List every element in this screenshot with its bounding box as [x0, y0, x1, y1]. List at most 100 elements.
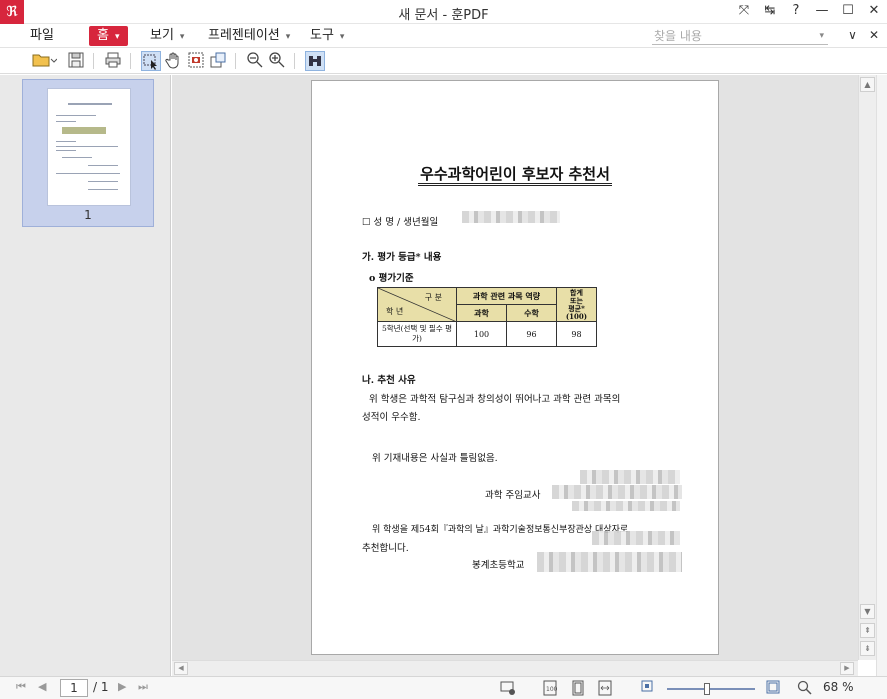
page-thumbnail[interactable]: 1: [22, 79, 154, 227]
scroll-right-icon[interactable]: ▶: [840, 662, 854, 675]
table-header-diagonal: 구 분 학 년: [377, 287, 457, 322]
menu-view-label: 보기: [150, 28, 174, 43]
section-reason-heading: 나. 추천 사유: [362, 375, 416, 386]
fullscreen-icon[interactable]: ⤧: [737, 3, 751, 18]
header-grade: 학 년: [386, 307, 404, 316]
confirmation-text: 위 기재내용은 사실과 틀림없음.: [372, 453, 498, 464]
svg-text:100: 100: [546, 686, 557, 693]
fit-page-icon[interactable]: [572, 680, 584, 699]
scroll-left-icon[interactable]: ◀: [174, 662, 188, 675]
maximize-button[interactable]: ☐: [841, 3, 855, 18]
hand-icon[interactable]: [164, 51, 184, 71]
zoom-max-icon[interactable]: [766, 680, 780, 697]
first-page-icon[interactable]: ⏮: [16, 680, 26, 694]
header-category: 구 분: [424, 293, 442, 302]
redacted-stamp: [572, 501, 680, 511]
toolbar-divider: [130, 53, 131, 69]
print-icon[interactable]: [103, 51, 123, 71]
reason-text-2: 성적이 우수함.: [362, 412, 421, 423]
help-icon[interactable]: ?: [789, 3, 803, 18]
chevron-down-icon: ▾: [179, 32, 185, 42]
name-birthdate-label: ☐ 성 명 / 생년월일: [362, 217, 439, 228]
criteria-heading: o 평가기준: [369, 273, 414, 284]
fit-width-status-icon[interactable]: [598, 680, 612, 699]
menu-view[interactable]: 보기 ▾: [150, 26, 184, 46]
select-icon[interactable]: [141, 51, 161, 71]
side-strip: [876, 75, 887, 676]
title-bar: ℜ 새 문서 - 훈PDF ⤧ ↹ ? — ☐ ✕: [0, 0, 887, 24]
zoom-level: 68 %: [823, 680, 854, 694]
fit-width-icon[interactable]: ↹: [763, 3, 777, 18]
thumbnail-preview: [47, 88, 131, 206]
redacted-signature: [580, 470, 680, 484]
save-icon[interactable]: [66, 51, 86, 71]
zoom-magnifier-icon[interactable]: [797, 680, 813, 699]
redacted-principal: [537, 552, 682, 572]
close-document-icon[interactable]: ✕: [869, 28, 879, 42]
thumbnail-page-number: 1: [84, 208, 92, 222]
actual-size-icon[interactable]: 100: [543, 680, 558, 699]
menu-tools-label: 도구: [310, 28, 334, 43]
redacted-teacher-name: [552, 485, 682, 499]
zoom-out-icon[interactable]: [245, 51, 265, 71]
document-viewport[interactable]: 우수과학어린이 후보자 추천서 ☐ 성 명 / 생년월일 가. 평가 등급* 내…: [172, 75, 858, 660]
vertical-scrollbar[interactable]: ▲ ▼ ⇞ ⇟: [858, 75, 876, 660]
cell-total: 98: [556, 321, 597, 347]
previous-page-button-icon[interactable]: ◀: [38, 680, 46, 693]
thumbnail-panel: 1: [0, 75, 171, 676]
ribbon-collapse-icon[interactable]: ∨: [848, 28, 857, 42]
recommend-text-2: 추천합니다.: [362, 543, 409, 554]
redacted-name: [462, 211, 560, 223]
section-evaluation-heading: 가. 평가 등급* 내용: [362, 252, 442, 263]
redacted-stamp-2: [592, 531, 680, 545]
toolbar-divider: [93, 53, 94, 69]
menu-presentation[interactable]: 프레젠테이션 ▾: [208, 26, 290, 46]
header-total: 합계 또는 평균* (100): [556, 287, 597, 322]
slideshow-icon[interactable]: [500, 680, 516, 699]
reason-text-1: 위 학생은 과학적 탐구심과 창의성이 뛰어나고 과학 관련 과목의: [369, 394, 621, 405]
document-title: 우수과학어린이 후보자 추천서: [312, 163, 718, 186]
scroll-up-icon[interactable]: ▲: [860, 77, 875, 92]
menu-tools[interactable]: 도구 ▾: [310, 26, 344, 46]
toolbar-divider: [235, 53, 236, 69]
school-label: 봉계초등학교: [472, 560, 525, 571]
scroll-down-icon[interactable]: ▼: [860, 604, 875, 619]
chevron-down-icon: ▾: [114, 32, 120, 42]
page-number-input[interactable]: 1: [60, 679, 88, 697]
minimize-button[interactable]: —: [815, 3, 829, 18]
folder-open-icon[interactable]: [30, 51, 58, 71]
search-input[interactable]: 찾을 내용 ▾: [652, 27, 828, 45]
menu-file[interactable]: 파일: [30, 26, 54, 46]
zoom-slider-handle[interactable]: [704, 683, 710, 695]
zoom-min-icon[interactable]: [641, 680, 653, 695]
zoom-in-icon[interactable]: [267, 51, 287, 71]
cell-science: 100: [456, 321, 507, 347]
grade-table: 구 분 학 년 과학 관련 과목 역량 합계 또는 평균* (100) 과학 수…: [377, 287, 597, 347]
rotate-icon[interactable]: [208, 51, 228, 71]
toolbar-divider: [294, 53, 295, 69]
cell-math: 96: [506, 321, 557, 347]
status-bar: ⏮ ◀ 1 / 1 ▶ ⏭ 100 68 %: [0, 676, 887, 699]
menu-presentation-label: 프레젠테이션: [208, 28, 280, 43]
previous-page-icon[interactable]: ⇞: [860, 623, 875, 638]
chevron-down-icon: ▾: [339, 32, 345, 42]
header-math: 수학: [506, 304, 557, 322]
last-page-icon[interactable]: ⏭: [138, 680, 148, 694]
recommend-text-1: 위 학생을 제54회『과학의 날』과학기술정보통신부장관상 대상자로: [372, 525, 629, 535]
page-total: / 1: [93, 680, 109, 694]
header-subject-ability: 과학 관련 과목 역량: [456, 287, 557, 305]
search-dropdown-icon[interactable]: ▾: [819, 27, 824, 45]
search-placeholder: 찾을 내용: [654, 29, 702, 43]
menu-home[interactable]: 홈 ▾: [89, 26, 128, 46]
next-page-icon[interactable]: ⇟: [860, 641, 875, 656]
toolbar: [0, 48, 887, 74]
next-page-button-icon[interactable]: ▶: [118, 680, 126, 693]
chevron-down-icon: ▾: [285, 32, 291, 42]
teacher-label: 과학 주임교사: [485, 490, 541, 501]
zoom-slider-track[interactable]: [667, 688, 755, 690]
close-button[interactable]: ✕: [867, 3, 881, 18]
horizontal-scrollbar[interactable]: ◀ ▶: [172, 660, 858, 676]
snapshot-icon[interactable]: [186, 51, 206, 71]
pdf-page: 우수과학어린이 후보자 추천서 ☐ 성 명 / 생년월일 가. 평가 등급* 내…: [311, 80, 719, 655]
find-icon[interactable]: [305, 51, 325, 71]
